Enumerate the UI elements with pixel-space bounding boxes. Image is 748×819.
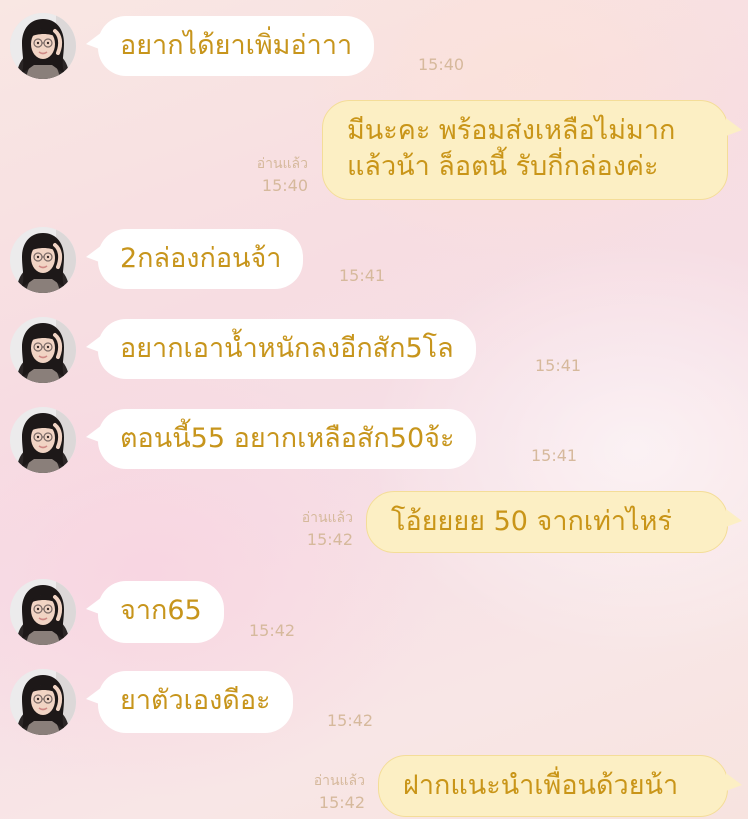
message-bubble[interactable]: โอ้ยยยย 50 จากเท่าไหร่ [366, 491, 728, 553]
message-time: 15:42 [327, 711, 374, 730]
message-bubble[interactable]: ฝากแนะนำเพื่อนด้วยน้า [378, 755, 728, 817]
message-text: ยาตัวเองดีอะ [120, 685, 271, 716]
message-text-line: แล้วน้า ล็อตนี้ รับกี่กล่องค่ะ [347, 151, 659, 182]
message-time: 15:40 [418, 55, 465, 74]
message-time: 15:40 [261, 176, 308, 195]
message-time: 15:41 [535, 356, 582, 375]
message-text: จาก65 [120, 595, 202, 626]
message-text-line: มีนะคะ พร้อมส่งเหลือไม่มาก [347, 115, 676, 146]
contact-avatar[interactable] [10, 669, 76, 735]
message-text: โอ้ยยยย 50 จากเท่าไหร่ [391, 506, 672, 537]
message-time: 15:41 [531, 446, 578, 465]
message-meta: อ่านแล้ว 15:40 [257, 154, 308, 196]
message-time: 15:42 [306, 530, 353, 549]
message-bubble[interactable]: 2กล่องก่อนจ้า [98, 229, 304, 289]
message-text: ตอนนี้55 อยากเหลือสัก50จ้ะ [120, 423, 455, 454]
read-status: อ่านแล้ว [301, 510, 353, 526]
contact-avatar[interactable] [10, 407, 76, 473]
message-meta: อ่านแล้ว 15:42 [302, 508, 353, 550]
message-bubble[interactable]: อยากได้ยาเพิ่มอ่าาา [98, 16, 375, 76]
contact-avatar[interactable] [10, 227, 76, 293]
message-text: 2กล่องก่อนจ้า [120, 243, 282, 274]
message-time: 15:42 [249, 621, 296, 640]
chat-view: อยากได้ยาเพิ่มอ่าาา 15:40 อ่านแล้ว 15:40… [0, 0, 748, 819]
message-meta: อ่านแล้ว 15:42 [314, 771, 365, 813]
bubble-tail [726, 773, 742, 791]
message-text: ฝากแนะนำเพื่อนด้วยน้า [403, 770, 679, 801]
message-bubble[interactable]: ยาตัวเองดีอะ [98, 671, 293, 733]
message-bubble[interactable]: อยากเอาน้ำหนักลงอีกสัก5โล [98, 319, 476, 379]
read-status: อ่านแล้ว [313, 773, 365, 789]
message-bubble[interactable]: มีนะคะ พร้อมส่งเหลือไม่มาก แล้วน้า ล็อตน… [322, 100, 728, 200]
contact-avatar[interactable] [10, 13, 76, 79]
message-time: 15:42 [318, 793, 365, 812]
message-text: อยากเอาน้ำหนักลงอีกสัก5โล [120, 333, 454, 364]
message-bubble[interactable]: ตอนนี้55 อยากเหลือสัก50จ้ะ [98, 409, 477, 469]
message-text: อยากได้ยาเพิ่มอ่าาา [120, 30, 353, 61]
bubble-tail [726, 118, 742, 136]
message-time: 15:41 [339, 266, 386, 285]
contact-avatar[interactable] [10, 579, 76, 645]
message-bubble[interactable]: จาก65 [98, 581, 224, 643]
read-status: อ่านแล้ว [256, 156, 308, 172]
bubble-tail [726, 509, 742, 527]
contact-avatar[interactable] [10, 317, 76, 383]
